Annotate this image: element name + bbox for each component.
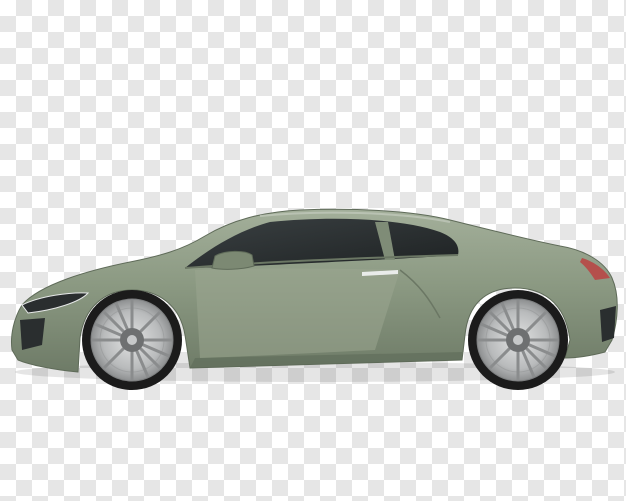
transparent-checkerboard-background — [0, 0, 626, 501]
rear-wheel — [468, 290, 568, 390]
car-image — [11, 208, 618, 390]
side-scoop — [195, 268, 400, 358]
side-mirror — [211, 250, 255, 270]
rear-vent — [600, 306, 616, 342]
front-wheel — [82, 290, 182, 390]
